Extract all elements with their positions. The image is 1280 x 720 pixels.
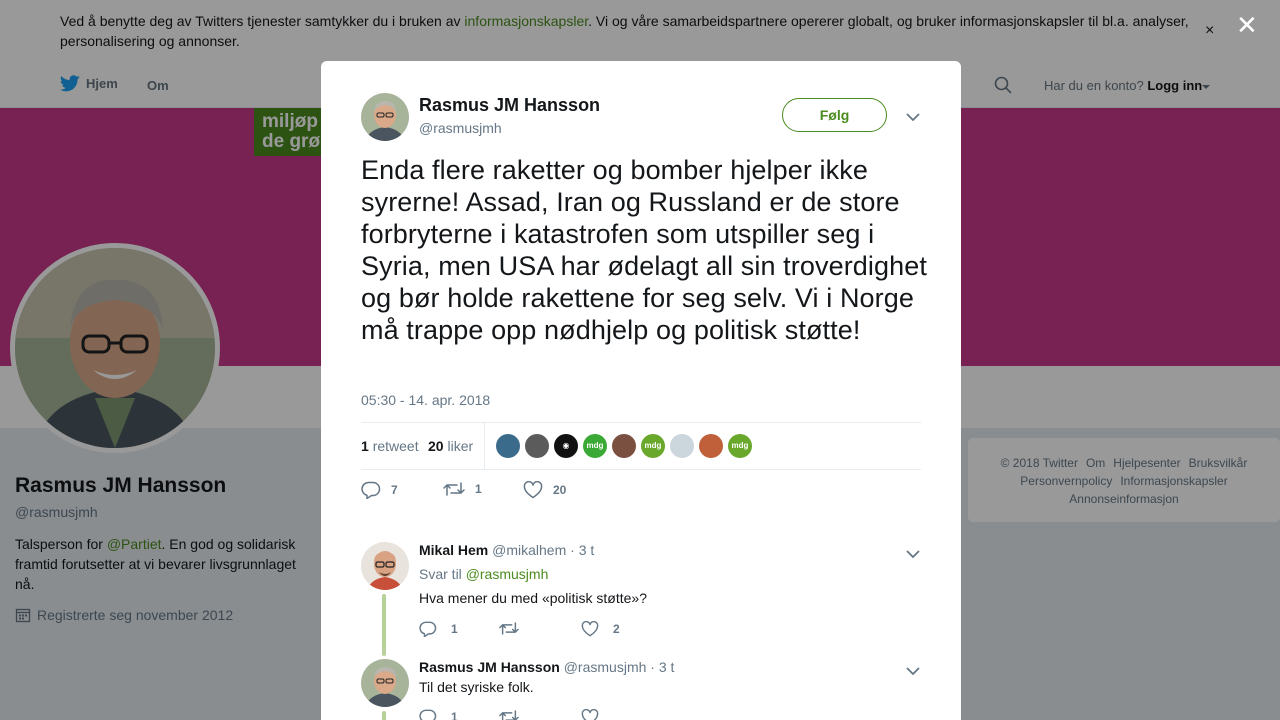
reply-tweet[interactable]: Mikal Hem @mikalhem · 3 t Svar til @rasm… — [361, 542, 921, 662]
author-avatar[interactable] — [361, 93, 409, 141]
like-action[interactable]: 2 — [581, 621, 620, 637]
reply-actions: 1 2 — [419, 621, 899, 639]
reply-action[interactable]: 1 — [419, 709, 458, 720]
retweet-icon — [499, 710, 519, 720]
retweet-stat[interactable]: 1 retweet — [361, 438, 419, 454]
reply-time[interactable]: · 3 t — [570, 542, 594, 558]
reply-action[interactable]: 1 — [419, 621, 458, 637]
reply-avatar[interactable] — [361, 542, 409, 590]
liker-avatar[interactable]: mdg — [641, 434, 665, 458]
heart-icon — [581, 709, 599, 720]
thread-connector — [382, 594, 386, 656]
thread-connector — [382, 711, 386, 720]
like-stat[interactable]: 20 liker — [428, 438, 473, 454]
tweet-timestamp[interactable]: 05:30 - 14. apr. 2018 — [361, 392, 490, 408]
reply-to-label: Svar til — [419, 566, 462, 582]
retweet-stat-label: retweet — [372, 438, 419, 454]
follow-button[interactable]: Følg — [782, 98, 887, 132]
heart-icon — [581, 621, 599, 637]
liker-avatar[interactable] — [525, 434, 549, 458]
retweet-count: 1 — [475, 482, 482, 496]
liker-avatar[interactable]: mdg — [728, 434, 752, 458]
retweet-icon — [499, 622, 519, 635]
reply-text: Hva mener du med «politisk støtte»? — [419, 590, 647, 606]
heart-icon — [523, 481, 543, 499]
author-name[interactable]: Rasmus JM Hansson — [419, 95, 600, 116]
like-count: 20 — [553, 483, 567, 497]
reply-author-name[interactable]: Rasmus JM Hansson — [419, 659, 560, 675]
reply-header: Mikal Hem @mikalhem · 3 t — [419, 542, 594, 558]
stat-divider — [484, 423, 485, 469]
like-action[interactable]: 20 — [523, 481, 566, 499]
like-stat-count: 20 — [428, 438, 444, 454]
liker-avatar[interactable] — [670, 434, 694, 458]
tweet-modal: Rasmus JM Hansson @rasmusjmh Følg Enda f… — [321, 61, 961, 720]
liker-avatar[interactable]: ◉ — [554, 434, 578, 458]
tweet-header: Rasmus JM Hansson @rasmusjmh Følg — [361, 93, 921, 143]
reply-count: 1 — [451, 622, 458, 636]
tweet-text: Enda flere raketter og bomber hjelper ik… — [361, 155, 927, 345]
reply-author-handle[interactable]: @mikalhem — [492, 542, 566, 558]
reply-to-mention[interactable]: @rasmusjmh — [466, 566, 549, 582]
reply-tweet[interactable]: Rasmus JM Hansson @rasmusjmh · 3 t Til d… — [361, 659, 921, 720]
like-stat-label: liker — [447, 438, 474, 454]
reply-icon — [361, 481, 381, 499]
retweet-action[interactable] — [499, 621, 533, 636]
reply-count: 7 — [391, 483, 398, 497]
liker-avatar[interactable] — [612, 434, 636, 458]
reply-avatar[interactable] — [361, 659, 409, 707]
retweet-action[interactable] — [499, 709, 533, 720]
reply-header: Rasmus JM Hansson @rasmusjmh · 3 t — [419, 659, 674, 675]
reply-time[interactable]: · 3 t — [650, 659, 674, 675]
tweet-actions: 7 1 20 — [361, 481, 921, 503]
liker-avatar[interactable]: mdg — [583, 434, 607, 458]
tweet-stats: 1 retweet 20 liker ◉ mdg mdg mdg — [361, 422, 921, 470]
reply-action[interactable]: 7 — [361, 481, 398, 499]
reply-actions: 1 — [419, 709, 899, 720]
like-count: 2 — [613, 622, 620, 636]
like-action[interactable] — [581, 709, 613, 720]
liker-avatar[interactable] — [699, 434, 723, 458]
retweet-icon — [443, 482, 465, 496]
reply-icon — [419, 621, 437, 637]
reply-text: Til det syriske folk. — [419, 679, 534, 695]
reply-icon — [419, 709, 437, 720]
retweet-stat-count: 1 — [361, 438, 369, 454]
chevron-down-icon[interactable] — [906, 109, 920, 127]
reply-author-name[interactable]: Mikal Hem — [419, 542, 488, 558]
reply-author-handle[interactable]: @rasmusjmh — [564, 659, 647, 675]
chevron-down-icon[interactable] — [906, 546, 920, 564]
chevron-down-icon[interactable] — [906, 663, 920, 681]
author-handle[interactable]: @rasmusjmh — [419, 120, 502, 136]
reply-to-context: Svar til @rasmusjmh — [419, 566, 548, 582]
close-icon[interactable]: ✕ — [1236, 12, 1258, 38]
retweet-action[interactable]: 1 — [443, 481, 482, 497]
reply-count: 1 — [451, 710, 458, 720]
liker-avatars: ◉ mdg mdg mdg — [496, 434, 757, 458]
liker-avatar[interactable] — [496, 434, 520, 458]
